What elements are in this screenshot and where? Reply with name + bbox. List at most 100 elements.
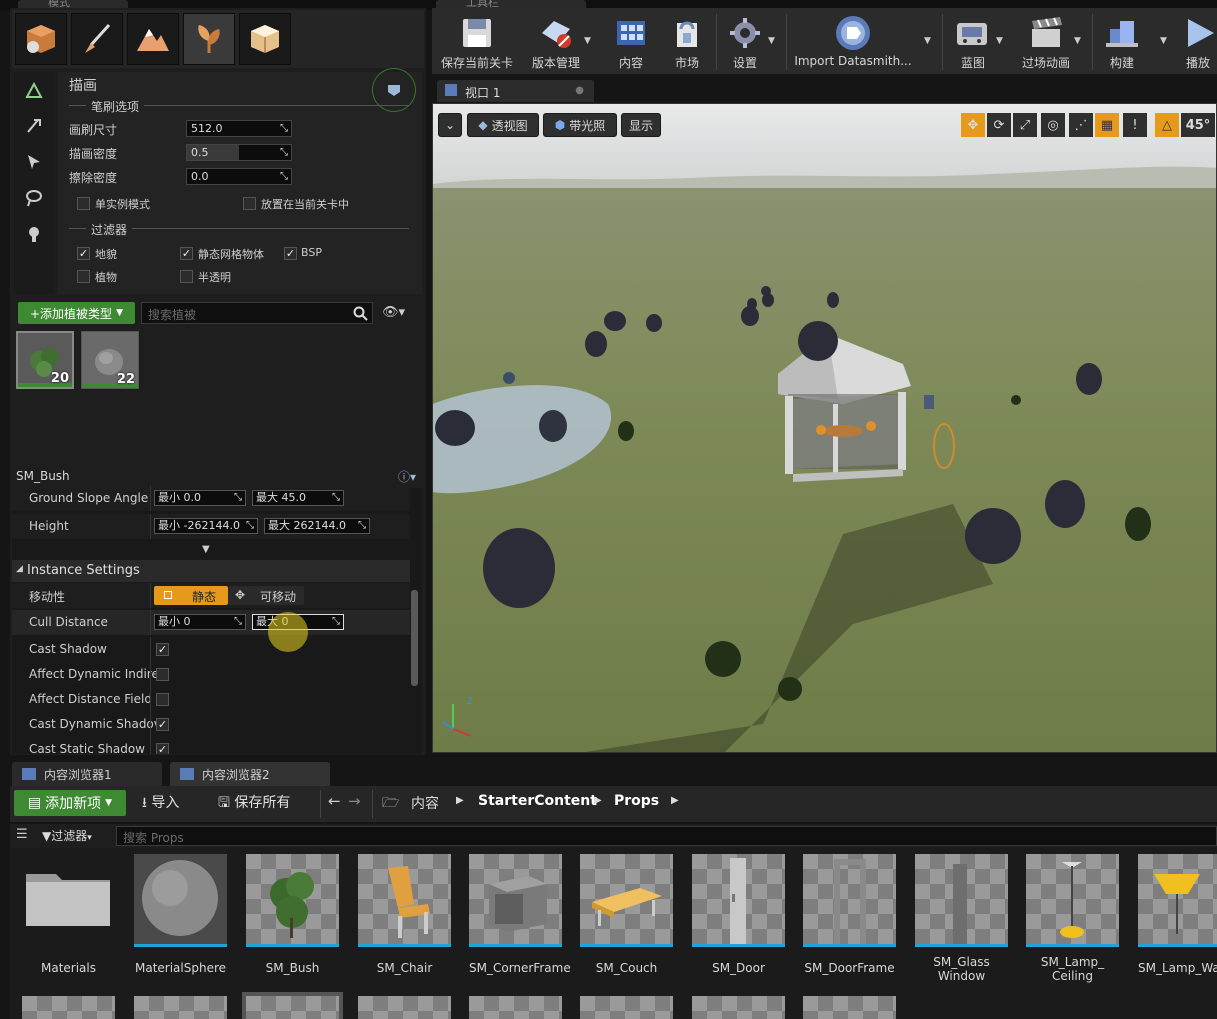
filters-button[interactable]: ▼过滤器▾ <box>42 827 92 844</box>
cast-shadow-checkbox[interactable]: ✓ <box>156 643 169 656</box>
chevron-down-icon[interactable]: ▼ <box>924 36 931 46</box>
asset-tile[interactable]: SM_Lamp_Wa <box>1138 854 1217 975</box>
brush-size-field[interactable]: 512.0 ⤡ <box>186 120 292 137</box>
paint-density-field[interactable]: 0.5 ⤡ <box>186 144 292 161</box>
asset-tile-partial[interactable] <box>692 996 785 1019</box>
chevron-down-icon[interactable]: ▼ <box>768 36 775 46</box>
asset-tile[interactable]: SM_CornerFrame <box>469 854 571 975</box>
surface-snap-icon[interactable]: ⋰ <box>1069 113 1093 137</box>
grid-size-icon[interactable]: ! <box>1123 113 1147 137</box>
asset-tile-partial[interactable] <box>469 996 562 1019</box>
fill-tool-icon[interactable] <box>22 222 46 246</box>
paint-mode-icon[interactable] <box>71 13 123 65</box>
asset-tile[interactable]: SM_DoorFrame <box>803 854 896 975</box>
rotate-icon[interactable]: ⟳ <box>987 113 1011 137</box>
affect-distance-field-checkbox[interactable] <box>156 693 169 706</box>
asset-tile-partial[interactable] <box>242 992 343 1019</box>
asset-tile-partial[interactable] <box>134 996 227 1019</box>
eye-icon[interactable]: 👁▾ <box>382 305 405 320</box>
asset-tile-partial[interactable] <box>580 996 673 1019</box>
add-foliage-type-button[interactable]: +添加植被类型 ▼ <box>18 302 135 324</box>
world-icon[interactable]: ◎ <box>1041 113 1065 137</box>
place-mode-icon[interactable] <box>15 13 67 65</box>
mobility-static-button[interactable]: 静态 <box>154 586 228 605</box>
play-button[interactable]: 播放 <box>1178 8 1217 74</box>
marketplace-button[interactable]: 市场 <box>662 8 712 74</box>
filter-translucent-checkbox[interactable] <box>180 270 193 283</box>
chevron-down-icon[interactable]: ▼ <box>1160 36 1167 46</box>
build-button[interactable]: 构建 <box>1096 8 1148 74</box>
perspective-button[interactable]: ◆ 透视图 <box>467 113 539 137</box>
filter-landscape-checkbox[interactable]: ✓ <box>77 247 90 260</box>
blueprint-button[interactable]: 蓝图 <box>948 8 998 74</box>
paint-tool-icon[interactable] <box>22 78 46 102</box>
cast-static-shadow-checkbox[interactable]: ✓ <box>156 743 169 754</box>
ground-slope-max-field[interactable]: 最大 45.0 ⤡ <box>252 490 344 506</box>
chevron-down-icon[interactable]: ▼ <box>996 36 1003 46</box>
breadcrumb-props[interactable]: Props <box>614 793 659 809</box>
asset-tile[interactable]: MaterialSphere <box>134 854 227 975</box>
erase-density-field[interactable]: 0.0 ⤡ <box>186 168 292 185</box>
height-max-field[interactable]: 最大 262144.0 ⤡ <box>264 518 370 534</box>
single-instance-checkbox[interactable] <box>77 197 90 210</box>
reapply-tool-icon[interactable] <box>22 114 46 138</box>
breadcrumb-content[interactable]: 内容 <box>411 793 439 813</box>
asset-tile[interactable]: SM_Bush <box>246 854 339 975</box>
asset-tile[interactable]: SM_Glass Window <box>915 854 1008 983</box>
foliage-search-input[interactable]: 搜索植被 <box>141 302 373 324</box>
affect-dynamic-indirect-checkbox[interactable] <box>156 668 169 681</box>
import-datasmith-button[interactable]: Import Datasmith... <box>790 8 916 74</box>
asset-tile[interactable]: Materials <box>22 854 115 975</box>
expand-arrow-icon[interactable]: ▼ <box>202 544 210 555</box>
translate-icon[interactable]: ✥ <box>961 113 985 137</box>
asset-tile[interactable]: SM_Chair <box>358 854 451 975</box>
viewport-3d[interactable]: z ⌄ ◆ 透视图 ⬢ 带光照 显示 ✥ ⟳ ⤢ ◎ ⋰ ▦ ! △ 45° <box>432 103 1217 753</box>
lasso-tool-icon[interactable] <box>22 186 46 210</box>
rotation-snap-icon[interactable]: △ <box>1155 113 1179 137</box>
content-browser-tab-2[interactable]: 内容浏览器2 <box>170 762 330 786</box>
place-in-level-checkbox[interactable] <box>243 197 256 210</box>
select-tool-icon[interactable] <box>22 150 46 174</box>
landscape-mode-icon[interactable] <box>127 13 179 65</box>
settings-button[interactable]: 设置 <box>720 8 770 74</box>
cast-dynamic-shadow-checkbox[interactable]: ✓ <box>156 718 169 731</box>
cinematics-button[interactable]: 过场动画 <box>1012 8 1080 74</box>
asset-tile[interactable]: SM_Lamp_ Ceiling <box>1026 854 1119 983</box>
rotation-snap-value[interactable]: 45° <box>1181 113 1215 137</box>
asset-tile[interactable]: SM_Door <box>692 854 785 975</box>
asset-tile-partial[interactable] <box>358 996 451 1019</box>
info-icon[interactable]: ⓘ▾ <box>398 468 416 485</box>
height-min-field[interactable]: 最小 -262144.0 ⤡ <box>154 518 258 534</box>
asset-tile[interactable]: SM_Couch <box>580 854 673 975</box>
breadcrumb-starter-content[interactable]: StarterContent <box>478 793 597 809</box>
source-control-button[interactable]: 版本管理 <box>522 8 590 74</box>
mobility-movable-button[interactable]: ✥ 可移动 <box>228 586 304 605</box>
viewport-tab[interactable]: 视口 1 ● <box>437 80 594 102</box>
asset-tile-partial[interactable] <box>22 996 115 1019</box>
import-button[interactable]: ⭳ 导入 <box>142 792 179 816</box>
instance-settings-header[interactable]: ◢ Instance Settings <box>12 560 410 582</box>
content-button[interactable]: 内容 <box>604 8 658 74</box>
geometry-mode-icon[interactable] <box>239 13 291 65</box>
foliage-thumb-bush[interactable]: 20 <box>16 331 74 389</box>
ground-slope-min-field[interactable]: 最小 0.0 ⤡ <box>154 490 246 506</box>
forward-arrow-icon[interactable]: → <box>348 792 361 810</box>
chevron-down-icon[interactable]: ▼ <box>584 36 591 46</box>
sources-toggle-icon[interactable]: ☰ <box>16 827 28 842</box>
content-browser-tab-1[interactable]: 内容浏览器1 <box>12 762 162 786</box>
show-button[interactable]: 显示 <box>621 113 661 137</box>
props-search-input[interactable]: 搜索 Props <box>116 826 1217 846</box>
filter-bsp-checkbox[interactable]: ✓ <box>284 247 297 260</box>
cull-min-field[interactable]: 最小 0 ⤡ <box>154 614 246 630</box>
back-arrow-icon[interactable]: ← <box>328 792 341 810</box>
save-all-button[interactable]: 🖫 保存所有 <box>218 792 290 816</box>
scale-icon[interactable]: ⤢ <box>1013 113 1037 137</box>
tab-close-icon[interactable]: ● <box>575 85 584 96</box>
details-scrollbar[interactable] <box>411 590 418 686</box>
filter-static-mesh-checkbox[interactable]: ✓ <box>180 247 193 260</box>
lit-button[interactable]: ⬢ 带光照 <box>543 113 617 137</box>
asset-tile-partial[interactable] <box>803 996 896 1019</box>
filter-foliage-checkbox[interactable] <box>77 270 90 283</box>
save-level-button[interactable]: 保存当前关卡 <box>438 8 516 74</box>
foliage-mode-icon[interactable] <box>183 13 235 65</box>
